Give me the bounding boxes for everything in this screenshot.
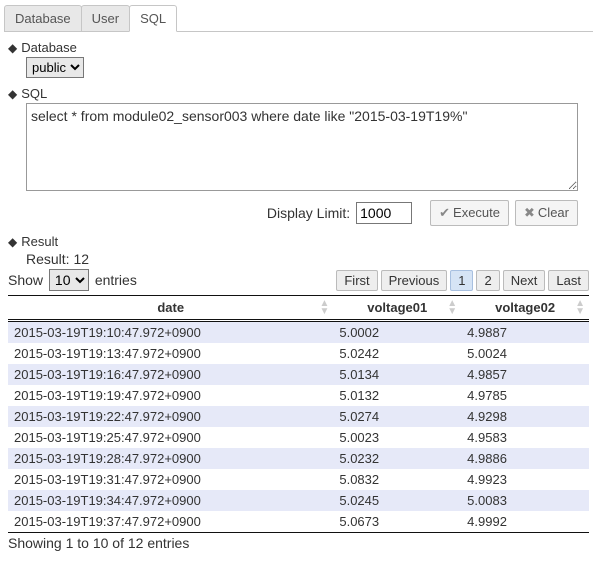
- pager-page-2[interactable]: 2: [476, 270, 499, 291]
- execute-button[interactable]: ✔Execute: [430, 200, 509, 226]
- cell-voltage02: 5.0083: [461, 490, 589, 511]
- cell-date: 2015-03-19T19:16:47.972+0900: [8, 364, 333, 385]
- pager-first[interactable]: First: [336, 270, 377, 291]
- pager-page-1[interactable]: 1: [450, 270, 473, 291]
- cell-voltage02: 4.9583: [461, 427, 589, 448]
- cell-voltage02: 4.9923: [461, 469, 589, 490]
- cell-voltage01: 5.0023: [333, 427, 461, 448]
- table-row: 2015-03-19T19:37:47.972+09005.06734.9992: [8, 511, 589, 532]
- section-result: ◆ Result Result: 12 Show 10 entries Firs…: [8, 234, 589, 551]
- cell-date: 2015-03-19T19:25:47.972+0900: [8, 427, 333, 448]
- cell-voltage02: 4.9857: [461, 364, 589, 385]
- show-label-suffix: entries: [95, 272, 137, 288]
- table-row: 2015-03-19T19:34:47.972+09005.02455.0083: [8, 490, 589, 511]
- table-row: 2015-03-19T19:22:47.972+09005.02744.9298: [8, 406, 589, 427]
- display-limit-label: Display Limit:: [267, 205, 350, 221]
- cell-date: 2015-03-19T19:37:47.972+0900: [8, 511, 333, 532]
- section-database-title: Database: [21, 40, 77, 55]
- table-info: Showing 1 to 10 of 12 entries: [8, 532, 589, 551]
- cell-date: 2015-03-19T19:28:47.972+0900: [8, 448, 333, 469]
- sql-textarea[interactable]: select * from module02_sensor003 where d…: [26, 103, 578, 191]
- cell-voltage02: 4.9887: [461, 321, 589, 344]
- table-row: 2015-03-19T19:13:47.972+09005.02425.0024: [8, 343, 589, 364]
- tab-sql[interactable]: SQL: [129, 5, 177, 32]
- cell-date: 2015-03-19T19:10:47.972+0900: [8, 321, 333, 344]
- result-count: Result: 12: [26, 251, 589, 267]
- cell-voltage01: 5.0673: [333, 511, 461, 532]
- cell-voltage01: 5.0002: [333, 321, 461, 344]
- section-database: ◆ Database public: [8, 40, 589, 78]
- cell-voltage01: 5.0232: [333, 448, 461, 469]
- database-select[interactable]: public: [26, 57, 84, 78]
- cell-voltage01: 5.0245: [333, 490, 461, 511]
- tab-bar: Database User SQL: [4, 4, 593, 32]
- section-sql-title: SQL: [21, 86, 47, 101]
- diamond-icon: ◆: [8, 42, 17, 54]
- table-row: 2015-03-19T19:10:47.972+09005.00024.9887: [8, 321, 589, 344]
- table-row: 2015-03-19T19:25:47.972+09005.00234.9583: [8, 427, 589, 448]
- cell-voltage02: 4.9992: [461, 511, 589, 532]
- cell-voltage02: 4.9785: [461, 385, 589, 406]
- cell-voltage01: 5.0832: [333, 469, 461, 490]
- pager-next[interactable]: Next: [503, 270, 546, 291]
- section-sql: ◆ SQL select * from module02_sensor003 w…: [8, 86, 589, 226]
- table-row: 2015-03-19T19:19:47.972+09005.01324.9785: [8, 385, 589, 406]
- col-voltage01-header[interactable]: voltage01▲▼: [333, 296, 461, 321]
- tab-database[interactable]: Database: [4, 5, 82, 32]
- table-row: 2015-03-19T19:16:47.972+09005.01344.9857: [8, 364, 589, 385]
- pager-last[interactable]: Last: [548, 270, 589, 291]
- cell-voltage02: 4.9886: [461, 448, 589, 469]
- col-voltage02-header[interactable]: voltage02▲▼: [461, 296, 589, 321]
- table-row: 2015-03-19T19:28:47.972+09005.02324.9886: [8, 448, 589, 469]
- cell-voltage01: 5.0242: [333, 343, 461, 364]
- cell-voltage02: 5.0024: [461, 343, 589, 364]
- diamond-icon: ◆: [8, 236, 17, 248]
- close-icon: ✖: [524, 205, 535, 220]
- length-control: Show 10 entries: [8, 269, 137, 291]
- length-select[interactable]: 10: [49, 269, 89, 291]
- cell-date: 2015-03-19T19:22:47.972+0900: [8, 406, 333, 427]
- cell-voltage01: 5.0132: [333, 385, 461, 406]
- result-table: date▲▼ voltage01▲▼ voltage02▲▼ 2015-03-1…: [8, 295, 589, 532]
- section-result-title: Result: [21, 234, 58, 249]
- show-label-prefix: Show: [8, 272, 43, 288]
- sort-icon: ▲▼: [319, 300, 329, 316]
- col-date-header[interactable]: date▲▼: [8, 296, 333, 321]
- clear-button[interactable]: ✖Clear: [515, 200, 578, 226]
- cell-date: 2015-03-19T19:13:47.972+0900: [8, 343, 333, 364]
- pager-previous[interactable]: Previous: [381, 270, 448, 291]
- cell-date: 2015-03-19T19:31:47.972+0900: [8, 469, 333, 490]
- diamond-icon: ◆: [8, 88, 17, 100]
- cell-date: 2015-03-19T19:19:47.972+0900: [8, 385, 333, 406]
- sort-icon: ▲▼: [447, 300, 457, 316]
- cell-voltage01: 5.0134: [333, 364, 461, 385]
- sort-icon: ▲▼: [575, 300, 585, 316]
- cell-date: 2015-03-19T19:34:47.972+0900: [8, 490, 333, 511]
- display-limit-input[interactable]: [356, 202, 412, 224]
- table-row: 2015-03-19T19:31:47.972+09005.08324.9923: [8, 469, 589, 490]
- tab-user[interactable]: User: [81, 5, 130, 32]
- cell-voltage01: 5.0274: [333, 406, 461, 427]
- cell-voltage02: 4.9298: [461, 406, 589, 427]
- pager: First Previous 1 2 Next Last: [336, 270, 589, 291]
- check-icon: ✔: [439, 205, 450, 220]
